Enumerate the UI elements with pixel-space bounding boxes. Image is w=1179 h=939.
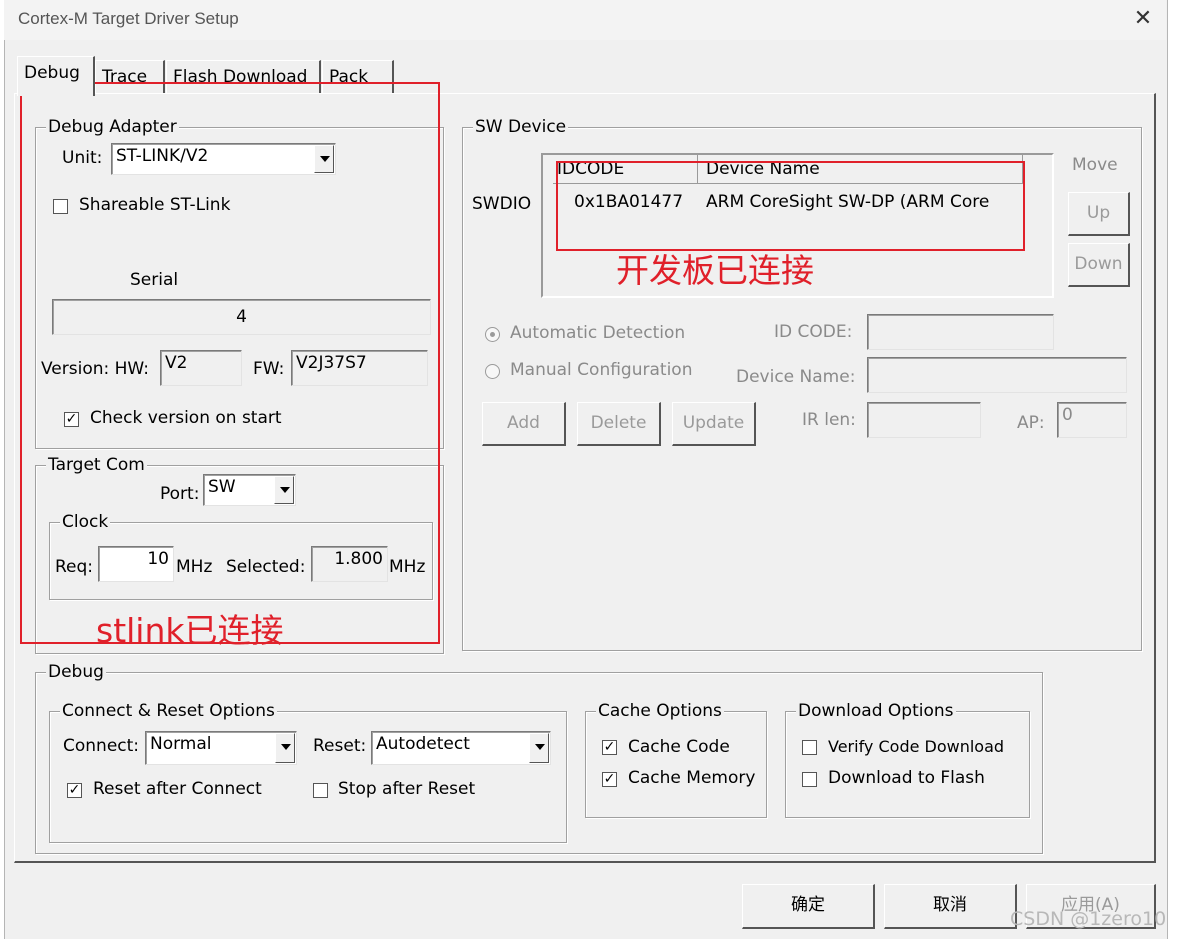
- board-annotation-box: [556, 161, 1025, 251]
- connect-reset-label: Connect & Reset Options: [60, 701, 277, 721]
- ok-button[interactable]: 确定: [742, 884, 875, 929]
- id-code-label: ID CODE:: [774, 322, 853, 342]
- watermark: CSDN @1zero10: [1010, 908, 1167, 930]
- cache-code-label: Cache Code: [628, 737, 730, 757]
- down-button[interactable]: Down: [1068, 243, 1130, 287]
- reset-after-connect-label: Reset after Connect: [93, 779, 262, 799]
- cache-memory-label: Cache Memory: [628, 768, 756, 788]
- reset-select[interactable]: Autodetect: [371, 731, 551, 765]
- cache-memory-checkbox[interactable]: ✓: [602, 772, 617, 787]
- verify-download-checkbox[interactable]: [802, 740, 817, 755]
- tab-debug[interactable]: Debug: [17, 56, 95, 96]
- download-to-flash-checkbox[interactable]: [802, 772, 817, 787]
- manual-configuration-radio[interactable]: [485, 364, 500, 379]
- download-options-label: Download Options: [796, 701, 956, 721]
- update-button[interactable]: Update: [672, 402, 756, 446]
- device-name-label: Device Name:: [736, 367, 856, 387]
- ir-len-field[interactable]: [867, 402, 981, 438]
- ap-label: AP:: [1017, 413, 1045, 433]
- verify-download-label: Verify Code Download: [828, 737, 1005, 756]
- stop-after-reset-checkbox[interactable]: [313, 783, 328, 798]
- cache-options-label: Cache Options: [596, 701, 724, 721]
- swdio-label: SWDIO: [472, 194, 532, 214]
- reset-after-connect-checkbox[interactable]: ✓: [67, 783, 82, 798]
- cache-options-group: [585, 711, 767, 818]
- reset-label: Reset:: [313, 736, 367, 756]
- download-options-group: [785, 711, 1030, 818]
- stop-after-reset-label: Stop after Reset: [338, 779, 476, 799]
- sw-device-label: SW Device: [473, 117, 569, 137]
- add-button[interactable]: Add: [482, 402, 566, 446]
- cache-code-checkbox[interactable]: ✓: [602, 740, 617, 755]
- connect-select-value: Normal: [150, 734, 212, 754]
- debug-group-label: Debug: [46, 662, 106, 682]
- reset-select-value: Autodetect: [376, 734, 470, 754]
- stlink-annotation-text: stlink已连接: [96, 611, 284, 650]
- cancel-button[interactable]: 取消: [884, 884, 1017, 929]
- connect-label: Connect:: [63, 736, 140, 756]
- device-name-field[interactable]: [867, 357, 1127, 393]
- board-annotation-text: 开发板已连接: [616, 251, 814, 290]
- manual-configuration-label: Manual Configuration: [510, 360, 693, 380]
- stlink-annotation-box: [20, 82, 440, 644]
- move-label: Move: [1072, 155, 1118, 175]
- delete-button[interactable]: Delete: [577, 402, 661, 446]
- ir-len-label: IR len:: [802, 410, 856, 430]
- id-code-field[interactable]: [867, 314, 1054, 350]
- automatic-detection-radio[interactable]: [485, 327, 500, 342]
- chevron-down-icon[interactable]: [529, 733, 549, 763]
- window-title: Cortex-M Target Driver Setup: [18, 9, 239, 28]
- up-button[interactable]: Up: [1068, 192, 1130, 236]
- automatic-detection-label: Automatic Detection: [510, 323, 686, 343]
- close-icon[interactable]: ✕: [1130, 6, 1156, 32]
- chevron-down-icon[interactable]: [275, 733, 295, 763]
- ap-field[interactable]: 0: [1057, 402, 1127, 438]
- download-to-flash-label: Download to Flash: [828, 768, 985, 788]
- connect-select[interactable]: Normal: [145, 731, 297, 765]
